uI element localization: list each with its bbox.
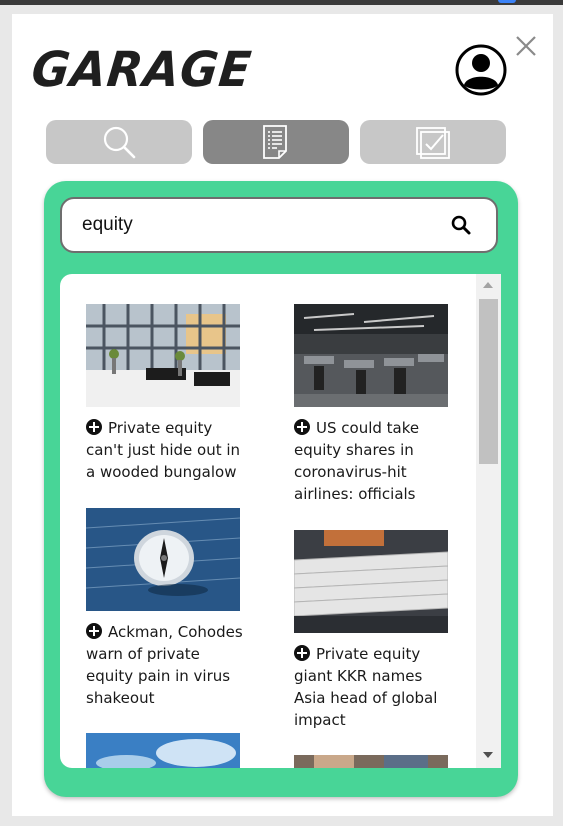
add-icon[interactable] [294, 645, 310, 661]
scroll-down-icon[interactable] [483, 752, 493, 758]
scrollbar[interactable] [476, 274, 501, 768]
results-list: Private equity can't just hide out in a … [60, 274, 476, 768]
article-title-text: US could take equity shares in coronavir… [294, 419, 420, 503]
article-title-text: Ackman, Cohodes warn of private equity p… [86, 623, 243, 707]
close-icon[interactable] [514, 34, 538, 58]
tab-tasks[interactable] [360, 120, 506, 164]
tab-search[interactable] [46, 120, 192, 164]
office-lobby-photo [86, 304, 240, 407]
article-title-text: Private equity giant KKR names Asia head… [294, 645, 438, 729]
tab-articles[interactable] [203, 120, 349, 164]
list-item[interactable]: Private equity can't just hide out in a … [86, 304, 246, 483]
scroll-up-icon[interactable] [483, 282, 493, 288]
add-icon[interactable] [86, 623, 102, 639]
add-icon[interactable] [86, 419, 102, 435]
open-office-photo [294, 304, 448, 407]
search-box [60, 197, 498, 253]
add-icon[interactable] [294, 419, 310, 435]
user-avatar-icon[interactable] [455, 44, 507, 96]
search-input[interactable] [82, 211, 442, 239]
window-top-strip [0, 0, 563, 5]
checkbox-icon [416, 127, 450, 159]
magnifier-icon [103, 126, 136, 159]
scrollbar-thumb[interactable] [479, 299, 498, 464]
newspaper-stack-photo [294, 530, 448, 633]
list-item[interactable] [294, 755, 454, 768]
search-panel: Private equity can't just hide out in a … [44, 181, 518, 797]
compass-on-newspaper-photo [86, 508, 240, 611]
list-item[interactable]: Private equity giant KKR names Asia head… [294, 530, 454, 731]
search-icon[interactable] [450, 214, 472, 236]
document-list-icon [263, 125, 287, 159]
browser-indicator [498, 0, 516, 3]
list-item[interactable]: US could take equity shares in coronavir… [294, 304, 454, 505]
people-photo [294, 755, 448, 768]
article-title-text: Private equity can't just hide out in a … [86, 419, 241, 481]
list-item[interactable] [86, 733, 246, 768]
sky-photo [86, 733, 240, 768]
extension-popup: GARAGE equity Private equity can't just … [12, 14, 553, 816]
list-item[interactable]: Ackman, Cohodes warn of private equity p… [86, 508, 246, 709]
article-title: Private equity giant KKR names Asia head… [294, 643, 454, 731]
article-title: Ackman, Cohodes warn of private equity p… [86, 621, 246, 709]
article-title: Private equity can't just hide out in a … [86, 417, 246, 483]
article-title: US could take equity shares in coronavir… [294, 417, 454, 505]
app-logo: GARAGE [29, 40, 255, 98]
